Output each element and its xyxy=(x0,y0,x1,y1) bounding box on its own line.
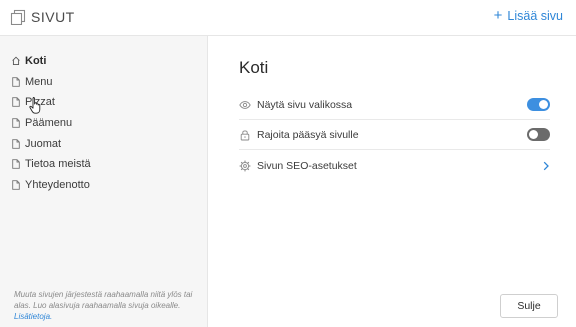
setting-show-in-menu: Näytä sivu valikossa xyxy=(239,90,550,120)
page-icon xyxy=(12,77,20,87)
setting-seo[interactable]: Sivun SEO-asetukset xyxy=(239,151,550,181)
setting-label: Näytä sivu valikossa xyxy=(257,98,353,111)
sidebar-item-paamenu[interactable]: Päämenu xyxy=(12,113,91,134)
sidebar-item-label: Tietoa meistä xyxy=(25,158,91,171)
pages-icon xyxy=(10,9,26,25)
sidebar-item-label: Juomat xyxy=(25,137,62,150)
page-icon xyxy=(12,97,20,108)
page-icon xyxy=(12,138,20,149)
add-page-label: Lisää sivu xyxy=(507,9,563,23)
setting-restrict-access: Rajoita pääsyä sivulle xyxy=(239,120,550,150)
gear-icon xyxy=(239,160,251,172)
eye-icon xyxy=(239,100,251,109)
lock-icon xyxy=(240,130,250,140)
hand-cursor-icon xyxy=(29,97,41,114)
sidebar-item-label: Menu xyxy=(25,75,53,88)
sidebar-item-label: Yhteydenotto xyxy=(25,178,90,191)
page-icon xyxy=(12,159,20,170)
sidebar-item-yhteydenotto[interactable]: Yhteydenotto xyxy=(12,175,91,196)
show-in-menu-toggle[interactable] xyxy=(527,98,550,111)
sidebar-item-koti[interactable]: Koti xyxy=(12,51,91,72)
page-title: Koti xyxy=(239,58,269,77)
close-button[interactable]: Sulje xyxy=(500,294,558,318)
sidebar-item-menu[interactable]: Menu xyxy=(12,72,91,93)
restrict-access-toggle[interactable] xyxy=(527,128,550,141)
page-icon xyxy=(12,180,20,190)
sidebar-item-pizzat[interactable]: Pizzat xyxy=(12,92,91,113)
sidebar-item-tietoa-meista[interactable]: Tietoa meistä xyxy=(12,154,91,175)
chevron-right-icon[interactable] xyxy=(542,161,550,171)
add-page-button[interactable]: + Lisää sivu xyxy=(493,7,563,24)
sidebar-item-label: Päämenu xyxy=(25,117,73,130)
sidebar: Koti Menu Pizzat Päämenu Juomat Tietoa m… xyxy=(0,36,208,327)
page-list: Koti Menu Pizzat Päämenu Juomat Tietoa m… xyxy=(12,51,91,195)
app-title: SIVUT xyxy=(31,9,75,25)
setting-label: Rajoita pääsyä sivulle xyxy=(257,128,359,141)
setting-label: Sivun SEO-asetukset xyxy=(257,160,357,172)
sidebar-item-label: Koti xyxy=(25,55,47,68)
page-icon xyxy=(12,118,20,128)
hint-text: Muuta sivujen järjestestä raahaamalla ni… xyxy=(14,290,193,310)
home-icon xyxy=(12,56,20,66)
learn-more-link[interactable]: Lisätietoja. xyxy=(14,312,52,321)
sidebar-item-juomat[interactable]: Juomat xyxy=(12,133,91,154)
plus-icon: + xyxy=(493,7,503,24)
header-bar: SIVUT + Lisää sivu xyxy=(0,0,576,36)
reorder-hint: Muuta sivujen järjestestä raahaamalla ni… xyxy=(14,289,204,322)
